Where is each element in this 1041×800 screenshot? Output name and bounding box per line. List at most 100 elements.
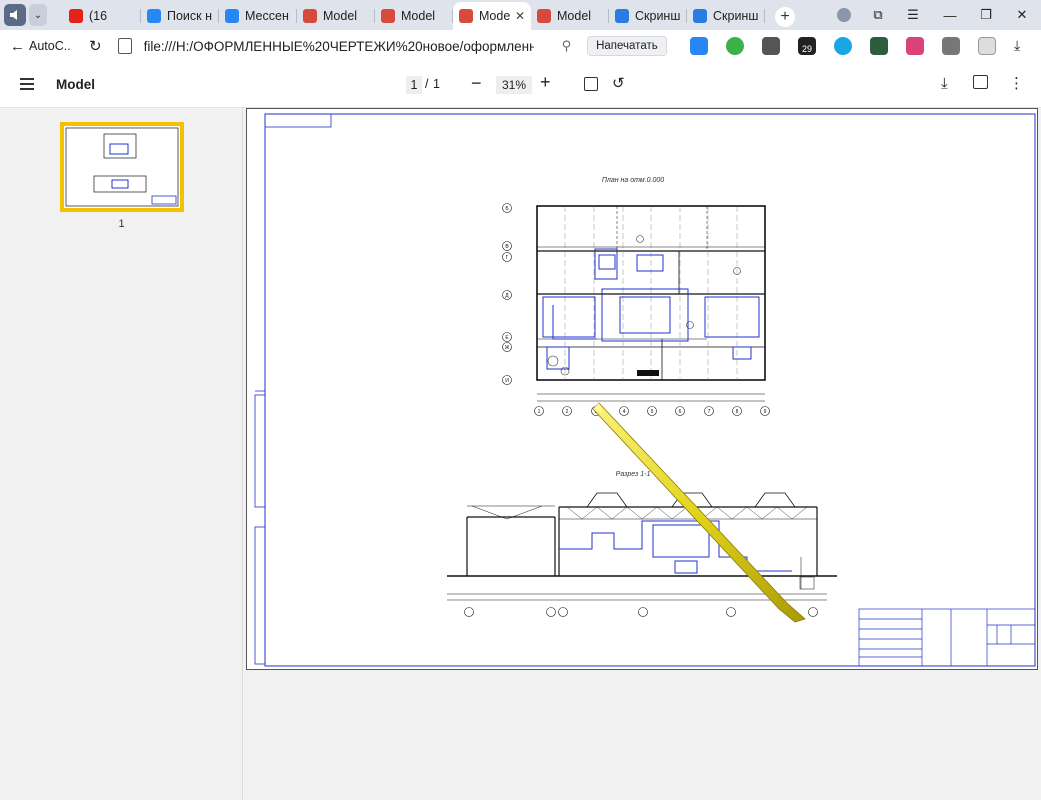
tab-label: Поиск н xyxy=(167,9,213,23)
page-total: 1 xyxy=(433,77,440,91)
close-tab-icon[interactable]: ✕ xyxy=(515,9,525,23)
chevron-down-icon[interactable]: ⌄ xyxy=(29,4,47,26)
section-title: Разрез 1-1 xyxy=(616,471,651,478)
restore-button[interactable]: ❐ xyxy=(970,0,1002,30)
zoom-in-button[interactable]: + xyxy=(540,72,551,93)
check-extension-icon[interactable] xyxy=(834,37,852,55)
screenshot-icon xyxy=(615,9,629,23)
thumbnail-page-number: 1 xyxy=(118,218,125,230)
tab-label: Скринш xyxy=(635,9,681,23)
back-label[interactable]: AutoC... xyxy=(29,39,71,53)
ext-badge: 29 xyxy=(801,44,812,54)
pdf-viewport[interactable]: План на отм.0.000 Разрез 1-1 Б В Г Д Е Ж… xyxy=(244,108,1041,800)
star-extension-icon[interactable] xyxy=(906,37,924,55)
messenger-icon xyxy=(225,9,239,23)
browser-tab[interactable]: Мессен xyxy=(219,2,297,30)
more-options-icon[interactable]: ⋮ xyxy=(1009,74,1024,92)
browser-tab[interactable]: Model xyxy=(375,2,453,30)
box-extension-icon[interactable] xyxy=(762,37,780,55)
col-axis-label: 2 xyxy=(566,409,569,415)
screenshot-icon xyxy=(693,9,707,23)
building-section xyxy=(447,492,837,601)
tv-extension-icon[interactable]: 29 xyxy=(798,37,816,55)
print-page-button[interactable]: Напечатать xyxy=(587,36,667,56)
print-icon[interactable] xyxy=(973,75,988,89)
browser-tab[interactable]: Скринш xyxy=(687,2,765,30)
pdf-icon xyxy=(537,9,551,23)
menu-icon[interactable]: ☰ xyxy=(897,0,929,30)
browser-tab[interactable]: Поиск н xyxy=(141,2,219,30)
col-axis-label: 7 xyxy=(708,409,711,415)
vk-icon xyxy=(147,9,161,23)
speaker-icon[interactable] xyxy=(4,4,26,26)
plan-title: План на отм.0.000 xyxy=(602,177,664,184)
thumbnail-panel: 1 xyxy=(0,108,243,800)
pdf-icon xyxy=(459,9,473,23)
side-stamp-lower xyxy=(254,526,266,665)
tab-strip: ⌄ (16 Поиск н Мессен Model Model Mode ✕ Model Ск… xyxy=(0,0,1041,30)
side-stamp-upper xyxy=(254,394,266,508)
download-icon[interactable]: ⤓ xyxy=(1014,37,1032,55)
youtube-icon xyxy=(69,9,83,23)
tab-label: Model xyxy=(401,9,436,23)
section-axes xyxy=(464,607,818,617)
back-arrow-icon[interactable]: ← xyxy=(10,38,25,55)
pdf-page: План на отм.0.000 Разрез 1-1 Б В Г Д Е Ж… xyxy=(246,108,1038,670)
zoom-input[interactable]: 31% xyxy=(496,76,532,94)
document-title: Model xyxy=(56,77,95,92)
hamburger-menu-icon[interactable] xyxy=(20,78,34,90)
tabs: (16 Поиск н Мессен Model Model Mode ✕ Model Скри… xyxy=(63,0,765,30)
file-icon xyxy=(117,38,132,54)
minimize-button[interactable]: — xyxy=(934,0,966,30)
page-thumbnail[interactable] xyxy=(60,122,184,212)
page-number-input[interactable]: 1 xyxy=(406,76,422,94)
puzzle-extension-icon[interactable] xyxy=(942,37,960,55)
col-axis-label: 3 xyxy=(595,409,598,415)
tab-label: Скринш xyxy=(713,9,759,23)
corner-stamp xyxy=(264,113,332,128)
col-axis-label: 4 xyxy=(623,409,626,415)
outer-frame xyxy=(264,113,1036,667)
rotate-icon[interactable]: ↺ xyxy=(612,74,625,92)
browser-tab[interactable]: (16 xyxy=(63,2,141,30)
page-separator: / xyxy=(425,77,429,91)
url-field[interactable]: file:///H:/ОФОРМЛЕННЫЕ%20ЧЕРТЕЖИ%20новое… xyxy=(144,39,534,54)
floor-plan xyxy=(536,205,766,402)
row-axis-label: Г xyxy=(506,255,509,261)
fit-page-icon[interactable] xyxy=(584,77,598,91)
key-icon[interactable]: ⚲ xyxy=(562,38,572,54)
vk-extension-icon[interactable] xyxy=(690,37,708,55)
pdf-icon xyxy=(303,9,317,23)
pdf-icon xyxy=(381,9,395,23)
tab-label: Мессен xyxy=(245,9,289,23)
ruble-extension-icon[interactable] xyxy=(726,37,744,55)
col-axis-label: 9 xyxy=(764,409,767,415)
col-axis-label: 6 xyxy=(679,409,682,415)
new-tab-button[interactable]: + xyxy=(775,7,795,27)
page-extension-icon[interactable] xyxy=(978,37,996,55)
col-axis-label: 5 xyxy=(651,409,654,415)
row-axis-label: И xyxy=(505,378,509,384)
col-axis-label: 1 xyxy=(538,409,541,415)
browser-tab[interactable]: Mode ✕ xyxy=(453,2,531,30)
tab-label: (16 xyxy=(89,9,108,23)
reload-icon[interactable]: ↻ xyxy=(89,37,102,55)
profile-avatar-icon[interactable] xyxy=(828,0,860,30)
browser-tab[interactable]: Model xyxy=(297,2,375,30)
tab-label: Model xyxy=(323,9,358,23)
grid-extension-icon[interactable] xyxy=(870,37,888,55)
collections-icon[interactable]: ⧉ xyxy=(862,0,894,30)
download-pdf-icon[interactable]: ⤓ xyxy=(941,75,948,92)
thumbnail-drawing xyxy=(65,127,179,207)
close-button[interactable]: ✕ xyxy=(1006,0,1038,30)
tab-separator xyxy=(764,9,765,23)
browser-tab[interactable]: Скринш xyxy=(609,2,687,30)
zoom-out-button[interactable]: − xyxy=(471,73,482,94)
browser-tab[interactable]: Model xyxy=(531,2,609,30)
tab-label: Mode xyxy=(479,9,511,23)
title-block xyxy=(858,608,1036,667)
row-axis-label: Ж xyxy=(505,345,510,351)
pdf-toolbar: Model 1 / 1 − 31% + ↺ ⤓ ⋮ xyxy=(0,62,1041,108)
drawing-sheet: План на отм.0.000 Разрез 1-1 Б В Г Д Е Ж… xyxy=(254,113,1036,667)
tab-label: Model xyxy=(557,9,592,23)
